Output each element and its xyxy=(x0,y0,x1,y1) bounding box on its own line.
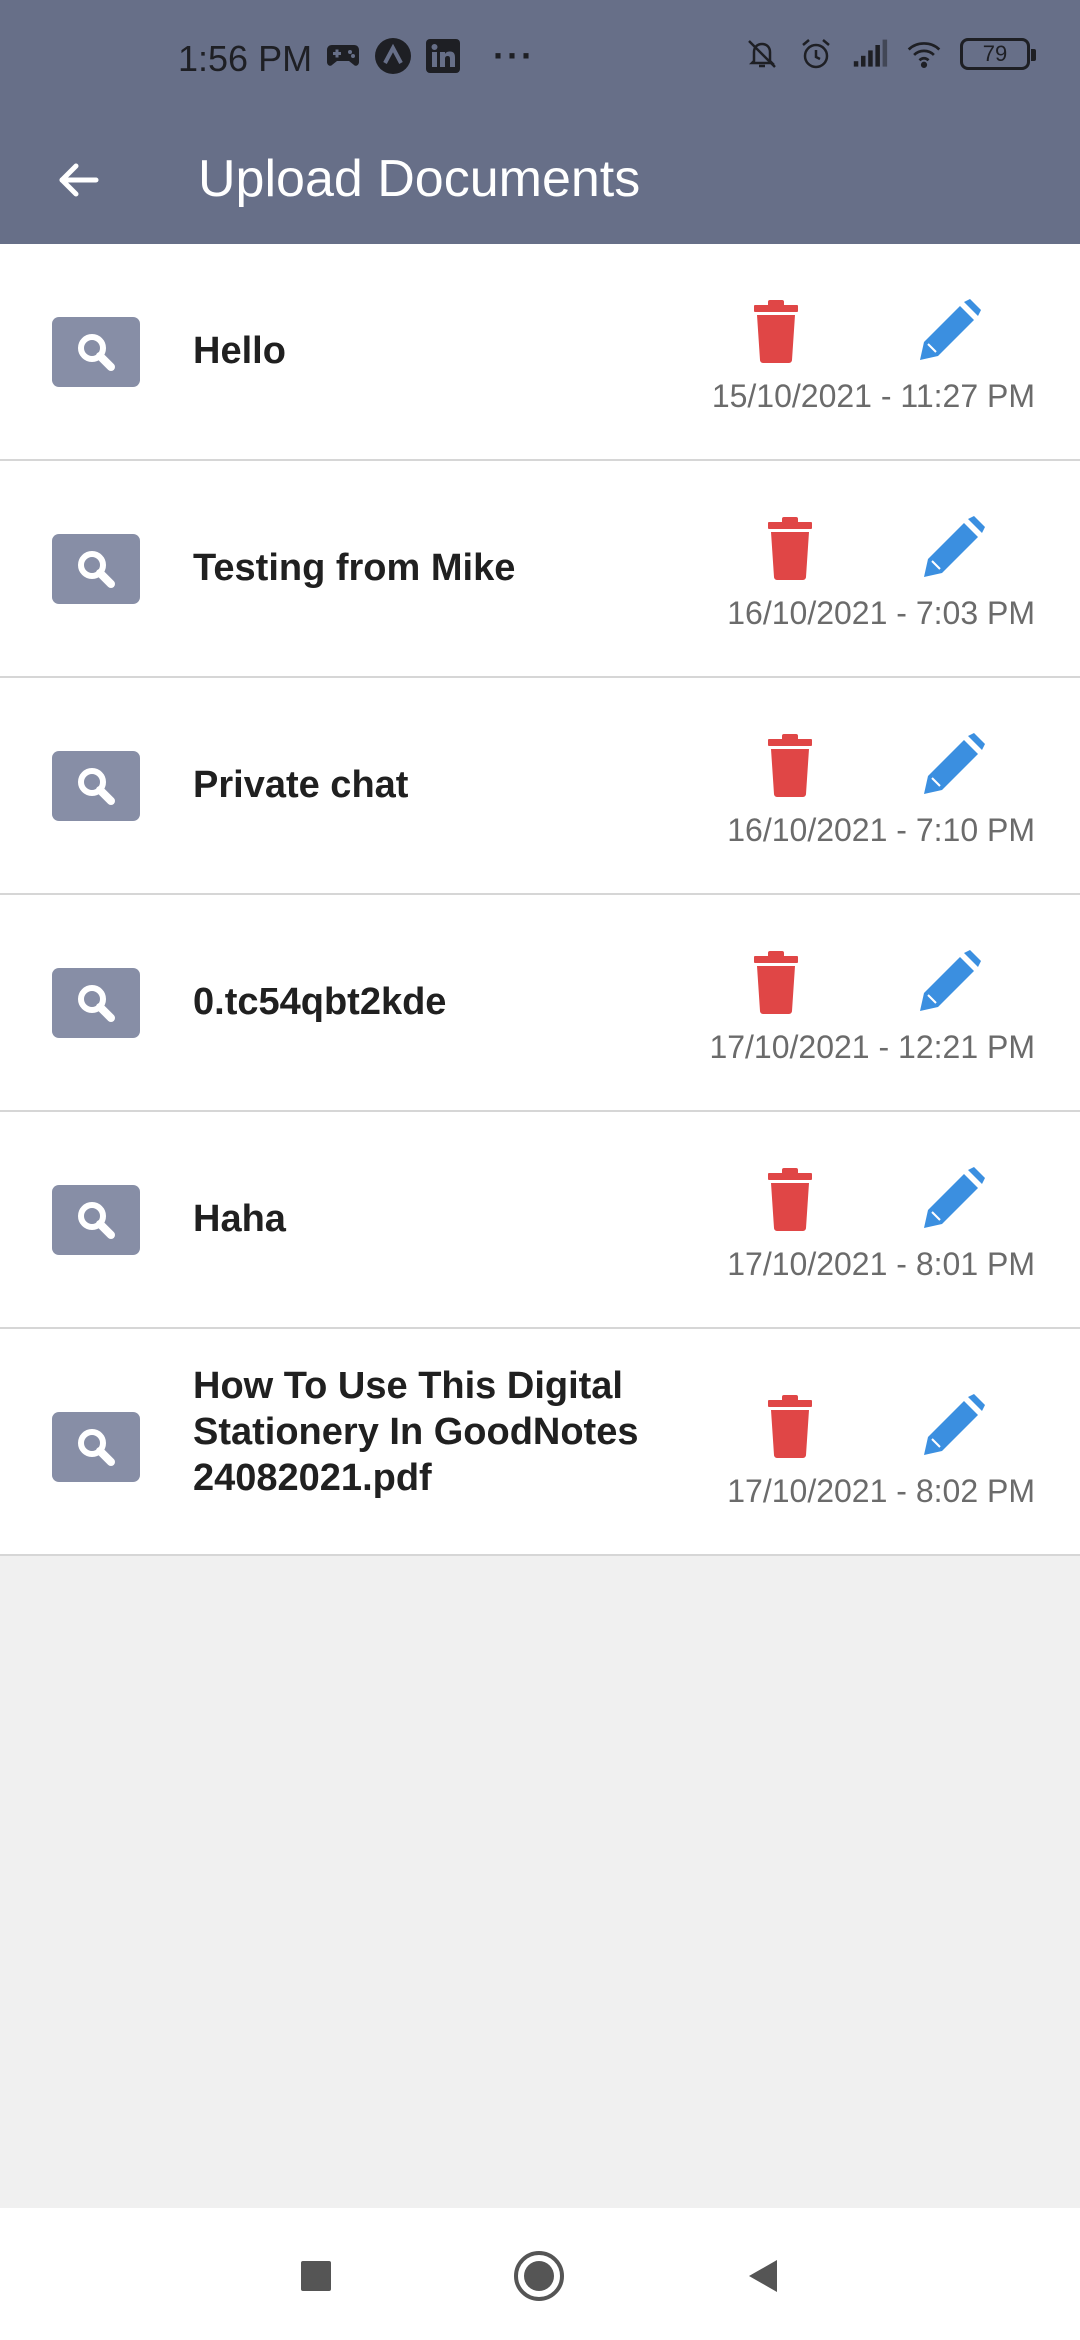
pencil-icon xyxy=(924,733,985,794)
trash-icon xyxy=(754,951,798,1014)
document-date: 16/10/2021 - 7:03 PM xyxy=(727,595,1035,631)
search-icon xyxy=(78,334,115,371)
wifi-icon xyxy=(906,36,942,72)
document-name: Testing from Mike xyxy=(193,547,516,589)
document-row: Private chat 16/10/2021 - 7:10 PM xyxy=(0,678,1080,895)
home-icon xyxy=(514,2251,564,2301)
trash-icon xyxy=(768,734,812,797)
document-date: 17/10/2021 - 8:02 PM xyxy=(727,1473,1035,1509)
gamepad-icon xyxy=(325,38,361,74)
pencil-icon xyxy=(924,1167,985,1228)
document-row: 0.tc54qbt2kde 17/10/2021 - 12:21 PM xyxy=(0,895,1080,1112)
trash-icon xyxy=(754,300,798,363)
search-icon xyxy=(78,1429,115,1466)
delete-button[interactable] xyxy=(762,730,818,800)
search-icon xyxy=(78,551,115,588)
document-name: Private chat xyxy=(193,764,409,806)
search-icon xyxy=(78,1202,115,1239)
document-row: Hello 15/10/2021 - 11:27 PM xyxy=(0,244,1080,461)
view-document-button[interactable] xyxy=(52,1185,140,1255)
trash-icon xyxy=(768,1168,812,1231)
pencil-icon xyxy=(924,1394,985,1455)
document-row: Testing from Mike 16/10/2021 - 7:03 PM xyxy=(0,461,1080,678)
edit-button[interactable] xyxy=(918,730,988,800)
app-icon xyxy=(375,38,411,74)
status-time: 1:56 PM xyxy=(178,38,313,79)
delete-button[interactable] xyxy=(762,513,818,583)
page-title: Upload Documents xyxy=(198,150,641,208)
status-left-icons: ··· xyxy=(325,38,535,74)
recents-button[interactable] xyxy=(286,2246,346,2306)
status-right-icons: 79 xyxy=(744,36,1036,72)
trash-icon xyxy=(768,517,812,580)
delete-button[interactable] xyxy=(748,296,804,366)
delete-button[interactable] xyxy=(762,1391,818,1461)
document-name: How To Use This Digital Stationery In Go… xyxy=(193,1365,639,1499)
status-bar: 1:56 PM ··· 79 xyxy=(0,0,1080,118)
alarm-icon xyxy=(798,36,834,72)
view-document-button[interactable] xyxy=(52,1412,140,1482)
view-document-button[interactable] xyxy=(52,968,140,1038)
bell-off-icon xyxy=(744,36,780,72)
view-document-button[interactable] xyxy=(52,534,140,604)
edit-button[interactable] xyxy=(914,947,984,1017)
edit-button[interactable] xyxy=(914,296,984,366)
system-back-button[interactable] xyxy=(733,2246,793,2306)
trash-icon xyxy=(768,1395,812,1458)
delete-button[interactable] xyxy=(748,947,804,1017)
document-date: 16/10/2021 - 7:10 PM xyxy=(727,812,1035,848)
edit-button[interactable] xyxy=(918,1164,988,1234)
pencil-icon xyxy=(920,299,981,360)
system-nav-bar xyxy=(0,2208,1080,2340)
back-button[interactable] xyxy=(40,142,116,218)
view-document-button[interactable] xyxy=(52,317,140,387)
document-name: Hello xyxy=(193,330,286,372)
document-list: Hello 15/10/2021 - 11:27 PM Testing from… xyxy=(0,244,1080,1556)
back-icon xyxy=(749,2260,777,2292)
edit-button[interactable] xyxy=(918,513,988,583)
document-date: 17/10/2021 - 8:01 PM xyxy=(727,1246,1035,1282)
document-row: How To Use This Digital Stationery In Go… xyxy=(0,1329,1080,1556)
edit-button[interactable] xyxy=(918,1391,988,1461)
app-bar: Upload Documents xyxy=(0,118,1080,244)
pencil-icon xyxy=(920,950,981,1011)
home-button[interactable] xyxy=(509,2246,569,2306)
document-row: Haha 17/10/2021 - 8:01 PM xyxy=(0,1112,1080,1329)
search-icon xyxy=(78,768,115,805)
document-date: 15/10/2021 - 11:27 PM xyxy=(711,378,1035,414)
linkedin-icon xyxy=(425,38,461,74)
delete-button[interactable] xyxy=(762,1164,818,1234)
pencil-icon xyxy=(924,516,985,577)
document-name: Haha xyxy=(193,1198,286,1240)
view-document-button[interactable] xyxy=(52,751,140,821)
search-icon xyxy=(78,985,115,1022)
signal-icon xyxy=(852,36,888,72)
document-name: 0.tc54qbt2kde xyxy=(193,981,447,1023)
more-notifications-icon: ··· xyxy=(493,35,535,76)
recents-icon xyxy=(301,2261,331,2291)
document-date: 17/10/2021 - 12:21 PM xyxy=(709,1029,1035,1065)
arrow-back-icon xyxy=(59,163,99,197)
battery-icon: 79 xyxy=(960,38,1036,70)
